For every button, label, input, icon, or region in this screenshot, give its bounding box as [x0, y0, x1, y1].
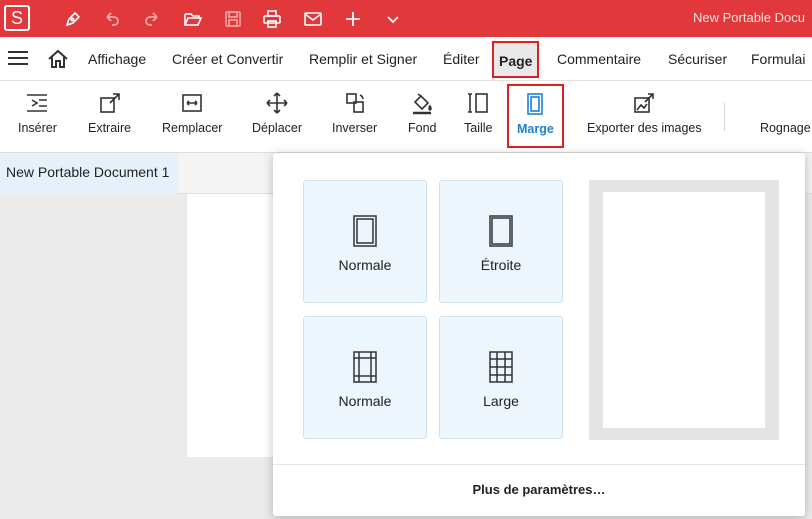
export-images-label: Exporter des images — [587, 121, 702, 135]
menu-creer-convertir[interactable]: Créer et Convertir — [172, 51, 283, 67]
menu-remplir-signer[interactable]: Remplir et Signer — [309, 51, 417, 67]
margin-wide-icon — [489, 351, 513, 383]
toolbar-separator — [724, 103, 725, 131]
menu-page[interactable]: Page — [492, 41, 540, 78]
app-logo: S — [4, 5, 30, 31]
margin-normal-icon — [353, 215, 377, 247]
redo-icon[interactable] — [139, 6, 165, 32]
document-title: New Portable Docu — [693, 10, 805, 25]
replace-page-icon — [182, 94, 203, 112]
document-page — [187, 194, 287, 457]
menu-editer[interactable]: Éditer — [443, 51, 480, 67]
extract-page-button[interactable]: Extraire — [88, 81, 131, 153]
margin-narrow-icon — [489, 215, 513, 247]
insert-page-icon — [27, 94, 48, 112]
margin-button[interactable]: Marge — [507, 84, 564, 148]
undo-icon[interactable] — [99, 6, 125, 32]
export-images-button[interactable]: Exporter des images — [587, 81, 702, 153]
margin-preset-wide[interactable]: Large — [439, 316, 563, 439]
popup-divider — [273, 464, 805, 465]
page-toolbar: Insérer Extraire Remplacer Déplacer Inve… — [0, 81, 812, 153]
size-button[interactable]: Taille — [464, 81, 493, 153]
move-arrows-icon — [266, 92, 288, 114]
menu-affichage[interactable]: Affichage — [88, 51, 146, 67]
margin-icon — [527, 93, 544, 115]
extract-label: Extraire — [88, 121, 132, 135]
margin-label: Marge — [517, 122, 554, 136]
hamburger-menu-icon[interactable] — [8, 50, 28, 66]
move-label: Déplacer — [252, 121, 303, 135]
margin-preset-label: Étroite — [480, 257, 522, 273]
invert-label: Inverser — [332, 121, 378, 135]
home-icon[interactable] — [47, 49, 69, 69]
extract-page-icon — [99, 93, 120, 113]
margin-preset-normal-2[interactable]: Normale — [303, 316, 427, 439]
insert-page-button[interactable]: Insérer — [18, 81, 57, 153]
paint-bucket-icon — [413, 93, 433, 115]
margin-preview — [589, 180, 779, 440]
menu-commentaire[interactable]: Commentaire — [557, 51, 641, 67]
invert-page-button[interactable]: Inverser — [332, 81, 377, 153]
replace-label: Remplacer — [162, 121, 223, 135]
margin-preset-label: Large — [483, 393, 519, 409]
margin-preset-normal[interactable]: Normale — [303, 180, 427, 303]
export-images-icon — [634, 93, 655, 113]
margin-dropdown: Normale Étroite Normale Large Plus de pa… — [273, 153, 805, 516]
margin-preview-page — [603, 192, 765, 428]
page-size-icon — [468, 93, 489, 113]
invert-page-icon — [345, 93, 364, 113]
move-page-button[interactable]: Déplacer — [252, 81, 302, 153]
crop-label: Rognage de — [759, 121, 812, 135]
document-tab[interactable]: New Portable Document 1 — [0, 153, 178, 194]
menu-formulaire[interactable]: Formulai — [751, 51, 805, 67]
title-bar: S New Portable Docu — [0, 0, 812, 37]
mail-icon[interactable] — [300, 6, 326, 32]
folder-open-icon[interactable] — [180, 6, 206, 32]
margin-preset-label: Normale — [338, 393, 392, 409]
print-icon[interactable] — [259, 6, 285, 32]
pen-icon[interactable] — [60, 6, 86, 32]
background-label: Fond — [408, 121, 437, 135]
more-settings-link[interactable]: Plus de paramètres… — [273, 482, 805, 497]
crop-button[interactable]: Rognage de — [746, 81, 812, 153]
menu-securiser[interactable]: Sécuriser — [668, 51, 727, 67]
insert-label: Insérer — [18, 121, 57, 135]
background-button[interactable]: Fond — [408, 81, 437, 153]
plus-icon[interactable] — [340, 6, 366, 32]
chevron-down-icon[interactable] — [380, 6, 406, 32]
margin-preset-narrow[interactable]: Étroite — [439, 180, 563, 303]
size-label: Taille — [464, 121, 493, 135]
replace-page-button[interactable]: Remplacer — [162, 81, 222, 153]
menu-bar: Affichage Créer et Convertir Remplir et … — [0, 37, 812, 81]
margin-preset-label: Normale — [338, 257, 392, 273]
save-icon[interactable] — [220, 6, 246, 32]
margin-normal-2-icon — [353, 351, 377, 383]
